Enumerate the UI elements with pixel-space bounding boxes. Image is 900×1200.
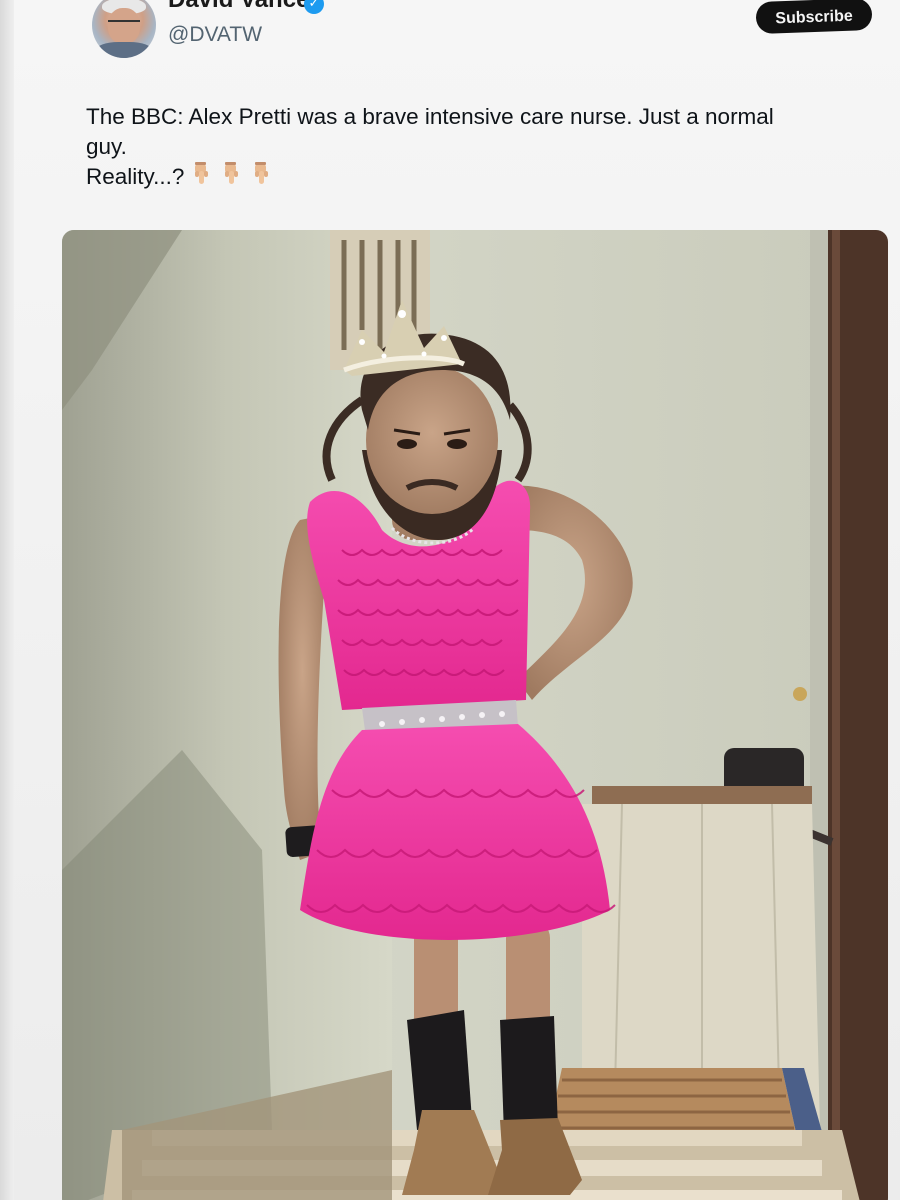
pointing-down-icon [252, 162, 272, 186]
tweet-media-photo[interactable] [62, 230, 888, 1200]
tweet-text-line-2: guy. [86, 134, 127, 159]
avatar-glasses [108, 20, 140, 30]
avatar[interactable] [92, 0, 156, 58]
tweet-text: The BBC: Alex Pretti was a brave intensi… [86, 102, 866, 194]
verified-badge-icon: ✓ [304, 0, 324, 14]
tweet-text-line-1: The BBC: Alex Pretti was a brave intensi… [86, 104, 774, 129]
author-handle[interactable]: @DVATW [168, 23, 262, 47]
pointing-down-icon [192, 162, 212, 186]
photo-illustration [62, 230, 888, 1200]
pointing-down-icon [222, 162, 242, 186]
emoji-group [192, 162, 282, 194]
tweet-text-reality: Reality...? [86, 164, 185, 189]
avatar-shirt [96, 42, 152, 58]
window-edge [0, 0, 14, 1200]
author-display-name[interactable]: David Vance [168, 0, 309, 14]
tweet-screen: David Vance ✓ @DVATW Subscribe The BBC: … [0, 0, 900, 1200]
tweet-text-line-3: Reality...? [86, 162, 866, 194]
subscribe-button[interactable]: Subscribe [755, 0, 873, 35]
